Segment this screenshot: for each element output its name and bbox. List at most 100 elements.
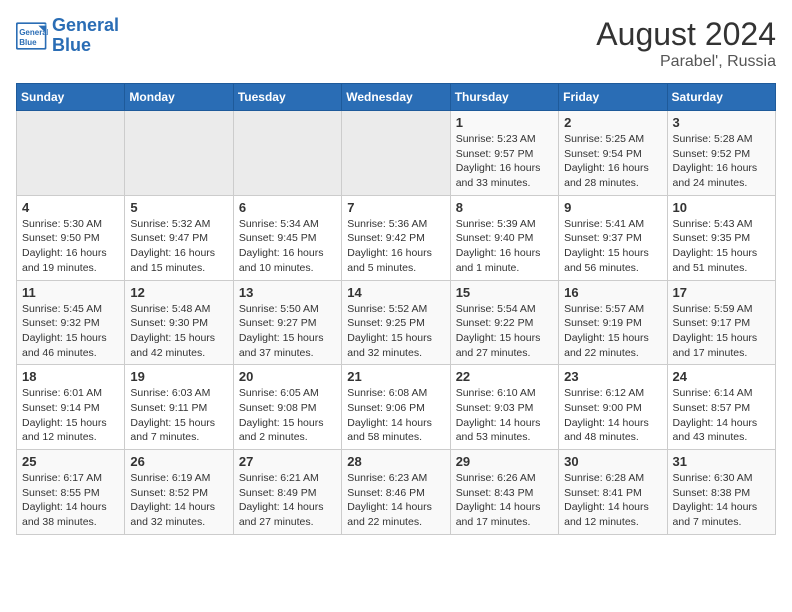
cell-info: Sunrise: 6:05 AM Sunset: 9:08 PM Dayligh… [239,386,336,445]
calendar-cell: 27Sunrise: 6:21 AM Sunset: 8:49 PM Dayli… [233,450,341,535]
day-header-tuesday: Tuesday [233,84,341,111]
cell-info: Sunrise: 5:41 AM Sunset: 9:37 PM Dayligh… [564,217,661,276]
calendar-cell: 5Sunrise: 5:32 AM Sunset: 9:47 PM Daylig… [125,195,233,280]
cell-info: Sunrise: 5:57 AM Sunset: 9:19 PM Dayligh… [564,302,661,361]
cell-info: Sunrise: 5:30 AM Sunset: 9:50 PM Dayligh… [22,217,119,276]
cell-info: Sunrise: 6:17 AM Sunset: 8:55 PM Dayligh… [22,471,119,530]
cell-date: 16 [564,285,661,300]
calendar-cell: 15 Sunrise: 5:54 AM Sunset: 9:22 PM Dayli… [450,280,558,365]
cell-date: 21 [347,369,444,384]
cell-info: Sunrise: 6:14 AM Sunset: 8:57 PM Dayligh… [673,386,770,445]
calendar-cell: 28Sunrise: 6:23 AM Sunset: 8:46 PM Dayli… [342,450,450,535]
calendar-cell: 8Sunrise: 5:39 AM Sunset: 9:40 PM Daylig… [450,195,558,280]
cell-date: 31 [673,454,770,469]
cell-date: 25 [22,454,119,469]
cell-date: 30 [564,454,661,469]
calendar-cell: 11 Sunrise: 5:45 AM Sunset: 9:32 PM Dayli… [17,280,125,365]
cell-date: 19 [130,369,227,384]
cell-date: 15 [456,285,553,300]
cell-info: Sunrise: 6:28 AM Sunset: 8:41 PM Dayligh… [564,471,661,530]
calendar-cell [342,111,450,196]
day-header-wednesday: Wednesday [342,84,450,111]
cell-date: 13 [239,285,336,300]
calendar-cell: 23 Sunrise: 6:12 AM Sunset: 9:00 PM Dayli… [559,365,667,450]
calendar-cell: 29 Sunrise: 6:26 AM Sunset: 8:43 PM Dayli… [450,450,558,535]
calendar-cell [17,111,125,196]
cell-date: 3 [673,115,770,130]
calendar-cell: 13Sunrise: 5:50 AM Sunset: 9:27 PM Dayli… [233,280,341,365]
calendar-cell: 16 Sunrise: 5:57 AM Sunset: 9:19 PM Dayli… [559,280,667,365]
cell-date: 24 [673,369,770,384]
logo-icon: General Blue [16,22,48,50]
cell-info: Sunrise: 5:32 AM Sunset: 9:47 PM Dayligh… [130,217,227,276]
cell-date: 22 [456,369,553,384]
cell-info: Sunrise: 6:03 AM Sunset: 9:11 PM Dayligh… [130,386,227,445]
cell-date: 23 [564,369,661,384]
cell-info: Sunrise: 6:26 AM Sunset: 8:43 PM Dayligh… [456,471,553,530]
cell-info: Sunrise: 5:48 AM Sunset: 9:30 PM Dayligh… [130,302,227,361]
cell-date: 12 [130,285,227,300]
cell-info: Sunrise: 5:45 AM Sunset: 9:32 PM Dayligh… [22,302,119,361]
cell-date: 6 [239,200,336,215]
page-header: General Blue General Blue August 2024 Pa… [16,16,776,71]
week-row-4: 18 Sunrise: 6:01 AM Sunset: 9:14 PM Dayli… [17,365,776,450]
cell-date: 1 [456,115,553,130]
week-row-3: 11 Sunrise: 5:45 AM Sunset: 9:32 PM Dayli… [17,280,776,365]
cell-info: Sunrise: 5:28 AM Sunset: 9:52 PM Dayligh… [673,132,770,191]
calendar-subtitle: Parabel', Russia [596,53,776,71]
cell-date: 18 [22,369,119,384]
day-header-saturday: Saturday [667,84,775,111]
calendar-cell: 24 Sunrise: 6:14 AM Sunset: 8:57 PM Dayli… [667,365,775,450]
calendar-cell: 9Sunrise: 5:41 AM Sunset: 9:37 PM Daylig… [559,195,667,280]
calendar-title: August 2024 [596,16,776,53]
cell-info: Sunrise: 5:43 AM Sunset: 9:35 PM Dayligh… [673,217,770,276]
svg-text:Blue: Blue [19,38,37,47]
cell-info: Sunrise: 6:23 AM Sunset: 8:46 PM Dayligh… [347,471,444,530]
cell-info: Sunrise: 5:52 AM Sunset: 9:25 PM Dayligh… [347,302,444,361]
calendar-cell: 20 Sunrise: 6:05 AM Sunset: 9:08 PM Dayli… [233,365,341,450]
day-header-sunday: Sunday [17,84,125,111]
calendar-cell: 12 Sunrise: 5:48 AM Sunset: 9:30 PM Dayli… [125,280,233,365]
cell-date: 17 [673,285,770,300]
week-row-1: 1Sunrise: 5:23 AM Sunset: 9:57 PM Daylig… [17,111,776,196]
calendar-cell: 10 Sunrise: 5:43 AM Sunset: 9:35 PM Dayli… [667,195,775,280]
calendar-cell: 18 Sunrise: 6:01 AM Sunset: 9:14 PM Dayli… [17,365,125,450]
logo: General Blue General Blue [16,16,119,56]
cell-info: Sunrise: 5:34 AM Sunset: 9:45 PM Dayligh… [239,217,336,276]
cell-date: 27 [239,454,336,469]
calendar-table: SundayMondayTuesdayWednesdayThursdayFrid… [16,83,776,535]
calendar-cell: 3 Sunrise: 5:28 AM Sunset: 9:52 PM Daylig… [667,111,775,196]
cell-info: Sunrise: 6:10 AM Sunset: 9:03 PM Dayligh… [456,386,553,445]
calendar-cell: 7Sunrise: 5:36 AM Sunset: 9:42 PM Daylig… [342,195,450,280]
calendar-cell: 26Sunrise: 6:19 AM Sunset: 8:52 PM Dayli… [125,450,233,535]
cell-date: 29 [456,454,553,469]
cell-date: 14 [347,285,444,300]
day-header-monday: Monday [125,84,233,111]
calendar-cell: 22 Sunrise: 6:10 AM Sunset: 9:03 PM Dayli… [450,365,558,450]
cell-date: 2 [564,115,661,130]
week-row-2: 4 Sunrise: 5:30 AM Sunset: 9:50 PM Daylig… [17,195,776,280]
calendar-cell: 6 Sunrise: 5:34 AM Sunset: 9:45 PM Daylig… [233,195,341,280]
calendar-cell: 4 Sunrise: 5:30 AM Sunset: 9:50 PM Daylig… [17,195,125,280]
cell-info: Sunrise: 6:08 AM Sunset: 9:06 PM Dayligh… [347,386,444,445]
cell-date: 20 [239,369,336,384]
day-header-thursday: Thursday [450,84,558,111]
cell-info: Sunrise: 5:59 AM Sunset: 9:17 PM Dayligh… [673,302,770,361]
cell-info: Sunrise: 5:36 AM Sunset: 9:42 PM Dayligh… [347,217,444,276]
week-row-5: 25 Sunrise: 6:17 AM Sunset: 8:55 PM Dayli… [17,450,776,535]
cell-date: 11 [22,285,119,300]
calendar-cell [125,111,233,196]
cell-info: Sunrise: 6:01 AM Sunset: 9:14 PM Dayligh… [22,386,119,445]
cell-date: 26 [130,454,227,469]
calendar-cell: 19 Sunrise: 6:03 AM Sunset: 9:11 PM Dayli… [125,365,233,450]
day-header-row: SundayMondayTuesdayWednesdayThursdayFrid… [17,84,776,111]
calendar-cell: 14 Sunrise: 5:52 AM Sunset: 9:25 PM Dayli… [342,280,450,365]
calendar-cell: 1Sunrise: 5:23 AM Sunset: 9:57 PM Daylig… [450,111,558,196]
cell-info: Sunrise: 6:30 AM Sunset: 8:38 PM Dayligh… [673,471,770,530]
title-block: August 2024 Parabel', Russia [596,16,776,71]
calendar-cell: 30 Sunrise: 6:28 AM Sunset: 8:41 PM Dayli… [559,450,667,535]
cell-info: Sunrise: 5:54 AM Sunset: 9:22 PM Dayligh… [456,302,553,361]
cell-date: 10 [673,200,770,215]
cell-date: 4 [22,200,119,215]
cell-info: Sunrise: 6:12 AM Sunset: 9:00 PM Dayligh… [564,386,661,445]
